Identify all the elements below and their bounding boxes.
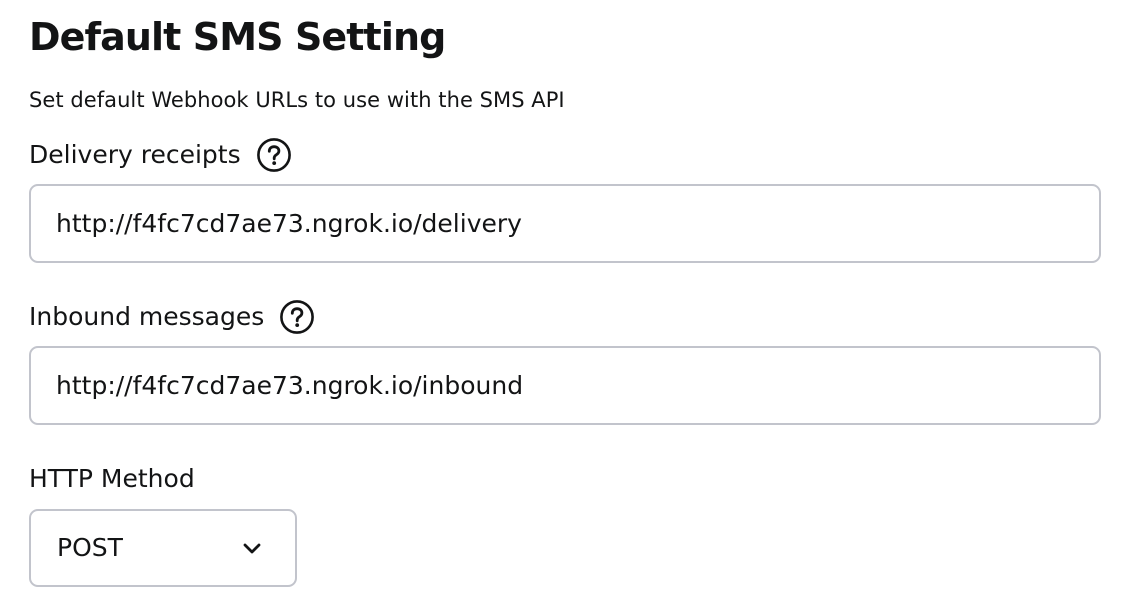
inbound-messages-help-icon[interactable] <box>280 300 315 334</box>
delivery-receipts-label-row: Delivery receipts <box>29 135 291 175</box>
delivery-receipts-label: Delivery receipts <box>29 140 241 169</box>
http-method-select[interactable]: POST <box>29 509 297 587</box>
inbound-messages-url-input[interactable] <box>29 346 1101 425</box>
http-method-selected-value: POST <box>57 533 123 562</box>
http-method-label-row: HTTP Method <box>29 459 195 499</box>
http-method-label: HTTP Method <box>29 464 195 493</box>
delivery-receipts-url-input[interactable] <box>29 184 1101 263</box>
inbound-messages-label-row: Inbound messages <box>29 297 315 337</box>
delivery-receipts-help-icon[interactable] <box>256 138 291 172</box>
page-description: Set default Webhook URLs to use with the… <box>29 88 565 112</box>
chevron-down-icon <box>243 543 261 554</box>
page-title: Default SMS Setting <box>29 15 446 59</box>
inbound-messages-label: Inbound messages <box>29 302 265 331</box>
